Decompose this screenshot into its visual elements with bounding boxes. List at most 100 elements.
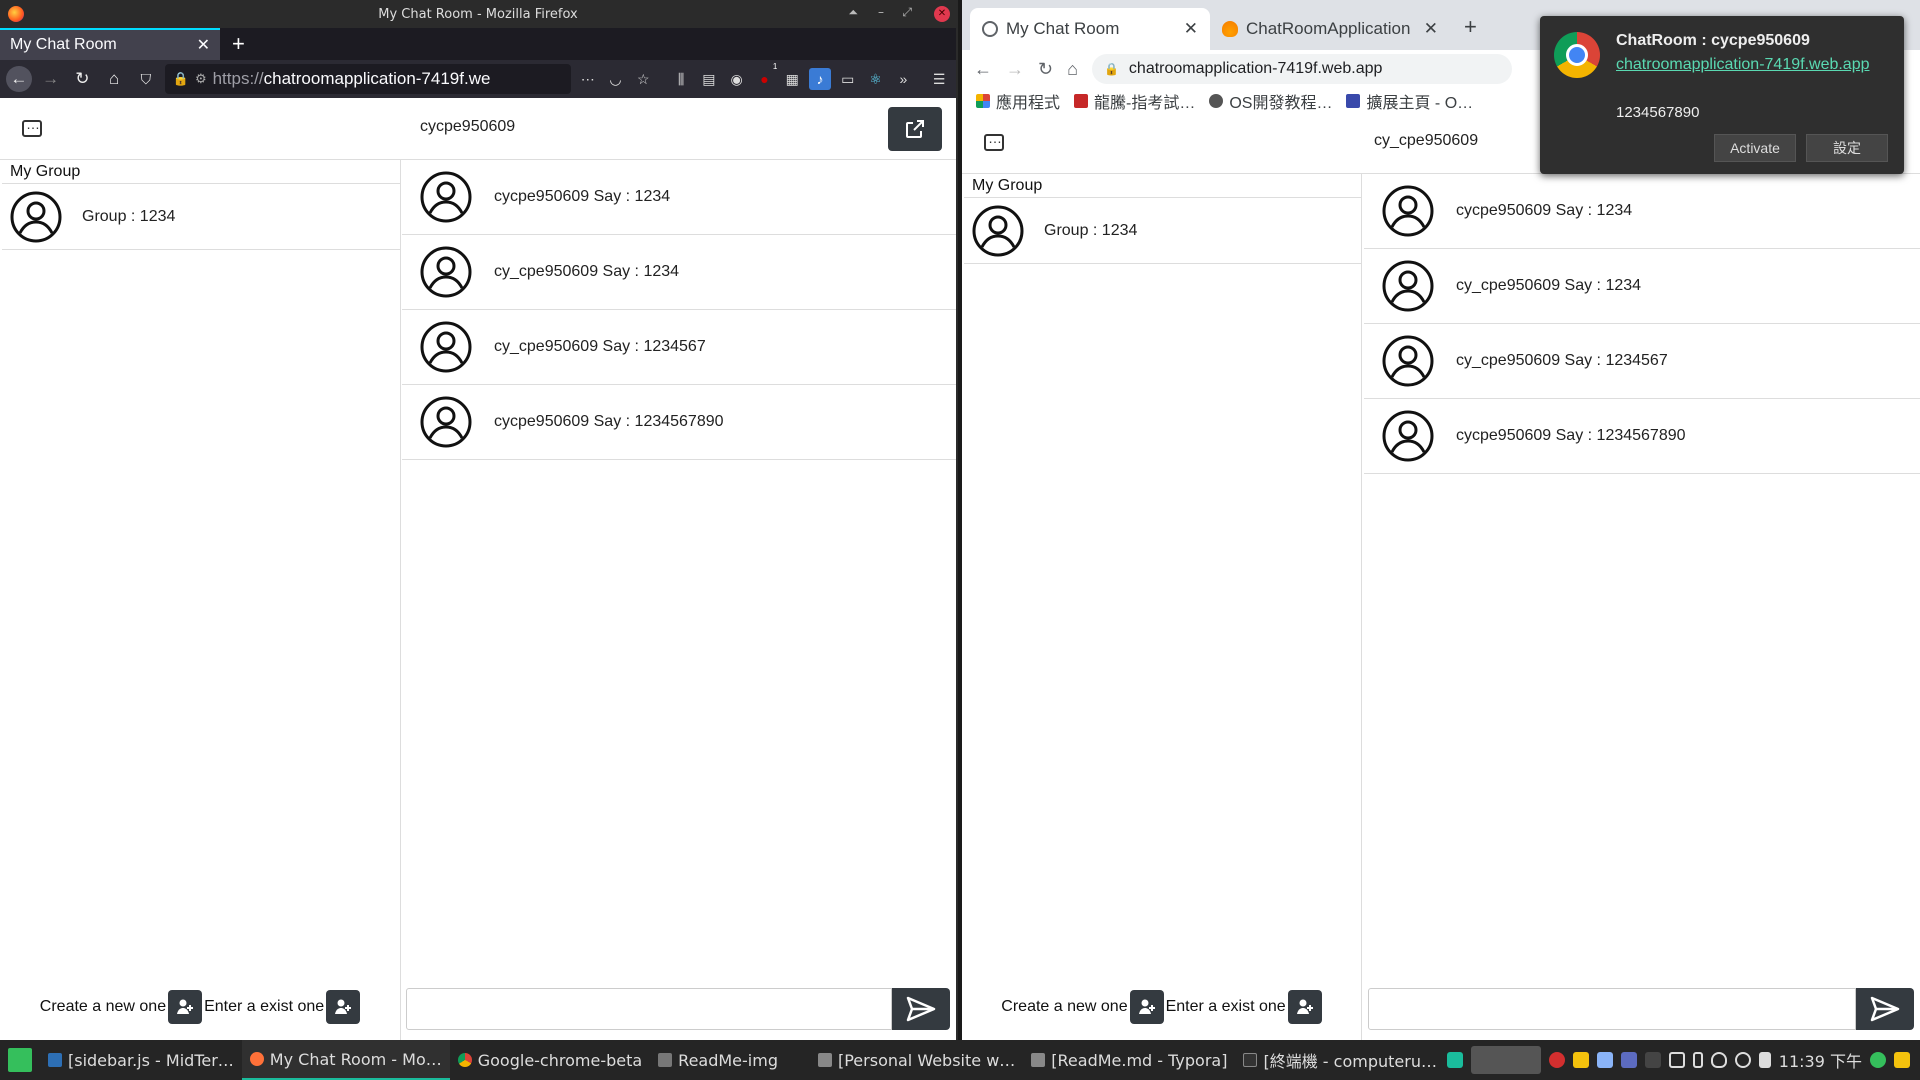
volume-icon[interactable] xyxy=(1758,1052,1771,1068)
taskbar-item[interactable]: [ReadMe.md - Typora] xyxy=(1023,1040,1235,1080)
link-icon[interactable] xyxy=(1734,1052,1751,1068)
document-extension-icon[interactable]: ▭ xyxy=(837,68,859,90)
taskbar-item[interactable]: [終端機 - computeru… xyxy=(1235,1040,1445,1080)
create-group-button[interactable] xyxy=(1129,990,1164,1024)
sidebar-icon[interactable]: ▤ xyxy=(698,68,720,90)
message-item: cycpe950609 Say : 1234 xyxy=(402,160,956,235)
bookmark-star-icon[interactable]: ☆ xyxy=(632,68,654,90)
taskbar-label: [Personal Website w… xyxy=(837,1050,1016,1070)
chat-icon[interactable] xyxy=(22,116,42,137)
home-button[interactable]: ⌂ xyxy=(1067,59,1078,80)
minimize-icon[interactable]: – xyxy=(878,5,884,19)
permissions-icon[interactable]: ⚙ xyxy=(195,71,207,87)
security-icon[interactable] xyxy=(1710,1052,1727,1068)
clipboard-icon[interactable] xyxy=(1596,1052,1613,1068)
notes-icon[interactable] xyxy=(1572,1052,1589,1068)
taskbar-item[interactable]: [sidebar.js - MidTer… xyxy=(40,1040,242,1080)
tab-chatroomapplication[interactable]: ChatRoomApplication ✕ xyxy=(1210,8,1450,50)
message-input[interactable] xyxy=(1368,988,1856,1030)
chat-icon[interactable] xyxy=(984,130,1004,151)
group-item[interactable]: Group : 1234 xyxy=(2,184,400,250)
taskbar-item[interactable]: [Personal Website w… xyxy=(810,1040,1023,1080)
taskbar-item[interactable]: My Chat Room - Mo… xyxy=(241,1040,450,1080)
send-button[interactable] xyxy=(1856,988,1914,1030)
bookmark-label: 龍騰-指考試… xyxy=(1094,94,1196,112)
app-header: cycpe950609 xyxy=(0,98,956,160)
reload-button[interactable]: ↻ xyxy=(1038,59,1053,80)
logout-button[interactable] xyxy=(888,107,942,151)
extension-grid-icon[interactable]: ▦ xyxy=(781,68,803,90)
forward-button[interactable]: → xyxy=(38,66,64,92)
taskbar-item[interactable]: ReadMe-img xyxy=(650,1040,786,1080)
create-group-button[interactable] xyxy=(168,990,203,1024)
omnibox[interactable]: 🔒 chatroomapplication-7419f.web.app xyxy=(1091,54,1512,84)
avatar-icon xyxy=(972,205,1024,256)
pocket-icon[interactable]: ◡ xyxy=(605,68,627,90)
send-button[interactable] xyxy=(892,988,950,1030)
close-tab-icon[interactable]: ✕ xyxy=(197,35,210,55)
close-tab-icon[interactable]: ✕ xyxy=(1424,19,1438,39)
tab-my-chat-room[interactable]: My Chat Room ✕ xyxy=(0,28,220,60)
clock[interactable]: 11:39 下午 xyxy=(1779,1048,1862,1072)
apps-grid-icon xyxy=(976,93,990,108)
start-menu-button[interactable] xyxy=(0,1040,40,1080)
react-devtools-icon[interactable]: ⚛ xyxy=(865,68,887,90)
bookmark-item[interactable]: OS開發教程… xyxy=(1209,89,1332,113)
update-icon[interactable] xyxy=(1870,1052,1886,1068)
library-icon[interactable]: ⫼ xyxy=(670,68,692,90)
shield-icon[interactable]: ⛉ xyxy=(133,66,159,92)
enter-group-button[interactable] xyxy=(1287,990,1322,1024)
enter-group-button[interactable] xyxy=(326,990,361,1024)
back-button[interactable]: ← xyxy=(6,66,32,92)
bookmark-apps[interactable]: 應用程式 xyxy=(976,89,1060,113)
sticky-notes-icon[interactable] xyxy=(1894,1052,1910,1068)
page-actions-icon[interactable]: ⋯ xyxy=(577,68,599,90)
input-method-icon[interactable] xyxy=(1620,1052,1637,1068)
account-icon[interactable]: ◉ xyxy=(726,68,748,90)
new-tab-button[interactable]: + xyxy=(220,28,257,60)
group-item[interactable]: Group : 1234 xyxy=(964,198,1361,264)
shade-icon[interactable]: ⏶ xyxy=(848,5,858,20)
new-tab-button[interactable]: + xyxy=(1450,14,1491,50)
display-icon[interactable] xyxy=(1668,1052,1685,1068)
reload-button[interactable]: ↻ xyxy=(70,66,96,92)
url-bar[interactable]: 🔒 ⚙ https://chatroomapplication-7419f.we xyxy=(164,64,571,94)
avatar-icon xyxy=(420,171,472,223)
hamburger-menu-icon[interactable]: ☰ xyxy=(928,68,950,90)
chrome-logo-icon xyxy=(1554,32,1600,78)
activate-button[interactable]: Activate xyxy=(1714,134,1796,162)
group-label: Group : 1234 xyxy=(82,207,176,225)
app-icon xyxy=(817,1053,832,1067)
ublock-icon[interactable]: ● 1 xyxy=(754,62,777,90)
back-button[interactable]: ← xyxy=(974,59,992,80)
ublock-badge: 1 xyxy=(772,62,778,71)
taskbar-item[interactable]: Google-chrome-beta xyxy=(450,1040,650,1080)
close-tab-icon[interactable]: ✕ xyxy=(1184,19,1198,39)
bookmark-item[interactable]: 擴展主頁 - O… xyxy=(1346,89,1473,113)
url-protocol: https:// xyxy=(212,69,264,88)
chrome-notification[interactable]: ChatRoom : cycpe950609 chatroomapplicati… xyxy=(1540,16,1904,174)
message-list: cycpe950609 Say : 1234 cy_cpe950609 Say :… xyxy=(1364,174,1920,474)
maximize-icon[interactable]: ⤢ xyxy=(902,5,912,20)
notification-link[interactable]: chatroomapplication-7419f.web.app xyxy=(1616,56,1870,74)
manjaro-logo-icon xyxy=(8,1048,32,1072)
home-button[interactable]: ⌂ xyxy=(101,66,127,92)
message-input[interactable] xyxy=(406,988,892,1030)
settings-button[interactable]: 設定 xyxy=(1806,134,1888,162)
bluetooth-icon[interactable] xyxy=(1644,1052,1661,1068)
group-actions: Create a new one Enter a exist one xyxy=(964,990,1361,1024)
bookmark-item[interactable]: 龍騰-指考試… xyxy=(1074,89,1195,113)
battery-icon[interactable] xyxy=(1692,1052,1703,1068)
tab-my-chat-room[interactable]: My Chat Room ✕ xyxy=(970,8,1210,50)
forward-button[interactable]: → xyxy=(1006,59,1024,80)
overflow-chevron-icon[interactable]: » xyxy=(892,68,914,90)
tiktok-extension-icon[interactable]: ♪ xyxy=(809,68,831,90)
tray-app-icon[interactable] xyxy=(1446,1052,1463,1068)
close-window-button[interactable]: ✕ xyxy=(934,6,950,22)
message-text: cycpe950609 Say : 1234 xyxy=(494,188,671,205)
group-sidebar: My Group Group : 1234 Create a new one E… xyxy=(2,160,401,1040)
message-item: cycpe950609 Say : 1234567890 xyxy=(1364,399,1920,474)
workspace-switcher-icon[interactable] xyxy=(1470,1046,1541,1074)
avatar-icon xyxy=(420,246,472,298)
mail-icon[interactable] xyxy=(1548,1052,1565,1068)
